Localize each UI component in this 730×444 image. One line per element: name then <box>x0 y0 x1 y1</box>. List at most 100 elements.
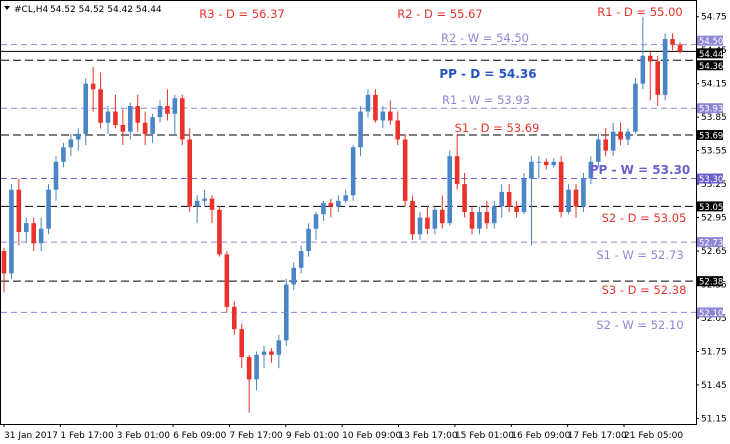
y-tick-label: 52.95 <box>701 214 727 224</box>
candle-body <box>157 106 163 118</box>
candle <box>217 206 222 257</box>
candle-body <box>395 120 401 140</box>
price-tag-label: 52.73 <box>699 239 723 249</box>
candle-body <box>677 44 683 52</box>
price-tag-label: 53.93 <box>699 105 723 115</box>
x-tick-label: 10 Feb 09:00 <box>342 431 401 441</box>
candle-body <box>335 200 341 207</box>
candle-body <box>380 111 386 121</box>
candle-body <box>343 195 349 201</box>
candle-body <box>142 122 148 134</box>
candle-body <box>113 111 118 125</box>
x-axis: 31 Jan 2017 1 Feb 17:00 3 Feb 01:00 6 Feb 0… <box>3 424 683 441</box>
candle-body <box>306 228 311 252</box>
price-tag: 54.36 <box>697 60 723 72</box>
price-tag: 53.30 <box>697 173 723 185</box>
x-tick-label: 13 Feb 17:00 <box>399 431 458 441</box>
price-tag-label: 52.10 <box>699 309 723 319</box>
candle-body <box>432 209 438 229</box>
candle-body <box>439 209 445 224</box>
candle-body <box>499 191 505 207</box>
y-tick-label: 51.15 <box>701 414 727 424</box>
candle-body <box>358 111 363 148</box>
candle-body <box>179 98 185 140</box>
candle-body <box>291 267 297 285</box>
candle-body <box>603 139 609 151</box>
candle-body <box>387 111 393 121</box>
price-tag-label: 54.36 <box>699 62 723 72</box>
candle-body <box>373 94 378 121</box>
candle-body <box>75 133 81 140</box>
candle-body <box>491 206 497 224</box>
price-tag-label: 53.30 <box>699 175 723 185</box>
candle <box>224 251 230 313</box>
candle-body <box>224 254 230 307</box>
candle-body <box>321 203 326 215</box>
candle-body <box>655 61 661 95</box>
plot-frame <box>0 0 697 425</box>
candle-body <box>543 161 549 166</box>
candle-body <box>217 209 222 255</box>
candle <box>187 128 193 212</box>
symbol-label: #CL,H4 <box>14 5 48 15</box>
candle <box>283 278 289 346</box>
price-tag: 52.10 <box>697 307 723 319</box>
candle-body <box>98 89 103 123</box>
price-tag-label: 54.50 <box>699 37 723 47</box>
candle <box>558 156 564 218</box>
candle-body <box>172 98 178 114</box>
candle-body <box>618 131 623 140</box>
candle-body <box>298 251 304 268</box>
candle-body <box>254 354 259 380</box>
candle-body <box>566 189 571 212</box>
price-tag-label: 54.44 <box>699 50 723 60</box>
level-label-3: R2 - W = 54.50 <box>441 31 529 45</box>
candle <box>447 150 453 226</box>
level-label-2: R1 - D = 55.00 <box>597 5 683 19</box>
level-label-5: PP - D = 54.36 <box>439 67 536 81</box>
price-tag-label: 53.05 <box>699 203 723 213</box>
candle-body <box>38 228 44 244</box>
candle-body <box>1 251 7 274</box>
candle-body <box>202 198 207 201</box>
level-label-11: S3 - D = 52.38 <box>602 283 687 297</box>
candle-body <box>506 191 512 207</box>
candle-body <box>484 212 490 224</box>
candle-body <box>31 223 37 244</box>
candle <box>581 172 586 212</box>
candle <box>46 184 51 235</box>
candle-body <box>105 111 111 123</box>
candle-body <box>536 161 542 163</box>
level-label-8: PP - W = 53.30 <box>590 163 691 177</box>
candle-body <box>194 200 200 207</box>
candle <box>350 145 356 201</box>
candle-body <box>53 161 59 190</box>
candle-body <box>150 117 155 134</box>
candle-body <box>625 131 631 140</box>
y-tick-label: 53.55 <box>701 147 727 157</box>
candle-body <box>68 139 74 148</box>
y-tick-label: 51.45 <box>701 381 727 391</box>
candle-body <box>46 189 51 229</box>
candle-body <box>647 55 653 62</box>
level-label-0: R3 - D = 56.37 <box>199 7 285 21</box>
candle <box>662 33 668 101</box>
candle-body <box>670 39 675 45</box>
candle-body <box>462 184 467 212</box>
candle-body <box>454 156 460 185</box>
candle-body <box>477 212 482 229</box>
candle-body <box>328 203 334 207</box>
candle-body <box>261 351 267 355</box>
price-tag: 53.93 <box>697 103 723 115</box>
candle-body <box>558 161 564 212</box>
candle-body <box>417 217 423 235</box>
candle-body <box>595 139 601 162</box>
candle-body <box>269 351 274 355</box>
candle-body <box>127 106 133 132</box>
candle-body <box>573 189 579 207</box>
candle-body <box>313 214 319 229</box>
candle-body <box>9 189 14 274</box>
candle-body <box>283 284 289 341</box>
ohlc-readout: 54.52 54.52 54.42 54.44 <box>50 5 162 15</box>
candle-body <box>610 131 616 151</box>
